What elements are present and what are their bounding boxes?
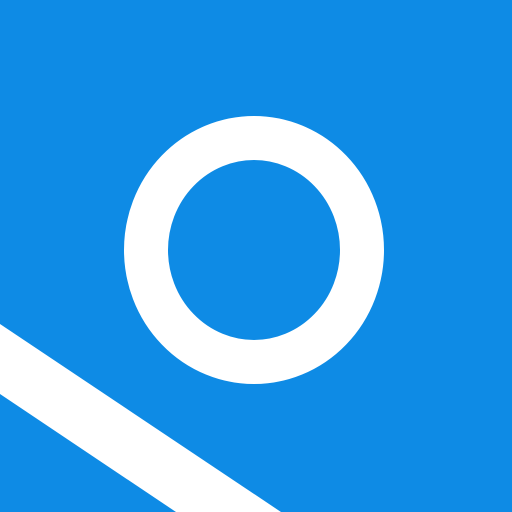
app-icon-graphic [0,0,512,512]
app-icon [0,0,512,512]
